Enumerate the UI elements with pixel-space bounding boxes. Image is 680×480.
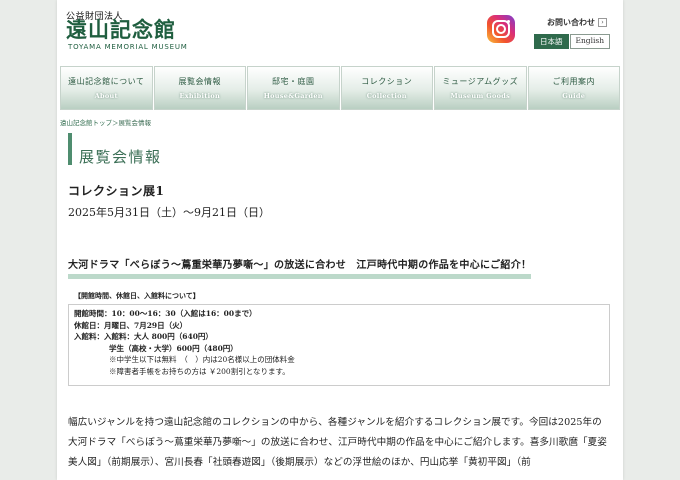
info-note-free: ※中学生以下は無料 （ ）内は20名様以上の団体料金 [109,355,295,364]
exhibition-lead: 大河ドラマ「べらぼう～蔦重栄華乃夢噺～」の放送に合わせ 江戸時代中期の作品を中心… [68,256,532,279]
arrow-right-icon: › [598,18,607,27]
page: 公益財団法人 遠山記念館 TOYAMA MEMORIAL MUSEUM お問い合… [57,0,623,480]
info-note-discount: ※障害者手帳をお持ちの方は ￥200割引となります。 [109,366,290,376]
contact-label: お問い合わせ [547,17,595,27]
info-label: 【開館時間、休館日、入館料について】 [74,291,200,300]
nav-item-guide[interactable]: ご利用案内 Guide [527,66,620,110]
info-box: 開館時間：10：00～16：30（入館は16：00まで） 休館日：月曜日、7月2… [68,304,610,386]
nav-item-about[interactable]: 遠山記念館について About [60,66,153,110]
nav-item-house-garden[interactable]: 邸宅・庭園 House&Garden [247,66,340,110]
nav-label-jp: ご利用案内 [552,77,595,86]
exhibition-date: 2025年5月31日（土）〜9月21日（日） [68,206,270,219]
nav-label-jp: 邸宅・庭園 [272,77,315,86]
language-switch: 日本語 English [534,34,611,49]
info-closed: 休館日：月曜日、7月29日（火） [74,320,188,330]
nav-label-en: Guide [562,92,586,100]
nav-label-en: Museum Goods [450,92,511,100]
info-hours: 開館時間：10：00～16：30（入館は16：00まで） [74,309,257,318]
nav-item-museum-goods[interactable]: ミュージアムグッズ Museum Goods [434,66,527,110]
nav-item-exhibition[interactable]: 展覧会情報 Exhibition [153,66,246,110]
nav-label-jp: 展覧会情報 [178,77,221,86]
logo-en[interactable]: TOYAMA MEMORIAL MUSEUM [68,43,188,51]
nav-label-en: House&Garden [263,92,323,100]
nav-item-collection[interactable]: コレクション Collection [340,66,433,110]
exhibition-description: 幅広いジャンルを持つ遠山記念館のコレクションの中から、各種ジャンルを紹介するコレ… [68,417,607,468]
title-accent-bar [68,133,72,165]
info-fee: 入館料：入館料：大人 800円（640円） [74,332,213,341]
breadcrumb: 遠山記念館トップ＞展覧会情報 [60,117,151,127]
breadcrumb-home-link[interactable]: 遠山記念館トップ [60,119,112,127]
nav-label-jp: ミュージアムグッズ [442,77,519,86]
instagram-icon[interactable] [487,15,515,43]
nav-label-en: Exhibition [179,92,221,100]
logo[interactable]: 遠山記念館 [66,19,176,41]
exhibition-name: コレクション展1 [68,184,165,198]
lang-ja-button[interactable]: 日本語 [534,34,569,49]
lang-en-button[interactable]: English [569,34,611,49]
nav-label-jp: 遠山記念館について [68,77,145,86]
nav-label-en: Collection [366,92,407,100]
info-fee-student: 学生（高校・大学）600円（480円） [109,343,238,353]
breadcrumb-current: 展覧会情報 [118,119,152,127]
contact-link[interactable]: お問い合わせ › [547,17,607,28]
page-title: 展覧会情報 [79,148,162,166]
nav-label-jp: コレクション [361,77,413,86]
nav-label-en: About [94,92,118,100]
global-nav: 遠山記念館について About 展覧会情報 Exhibition 邸宅・庭園 H… [60,66,620,110]
